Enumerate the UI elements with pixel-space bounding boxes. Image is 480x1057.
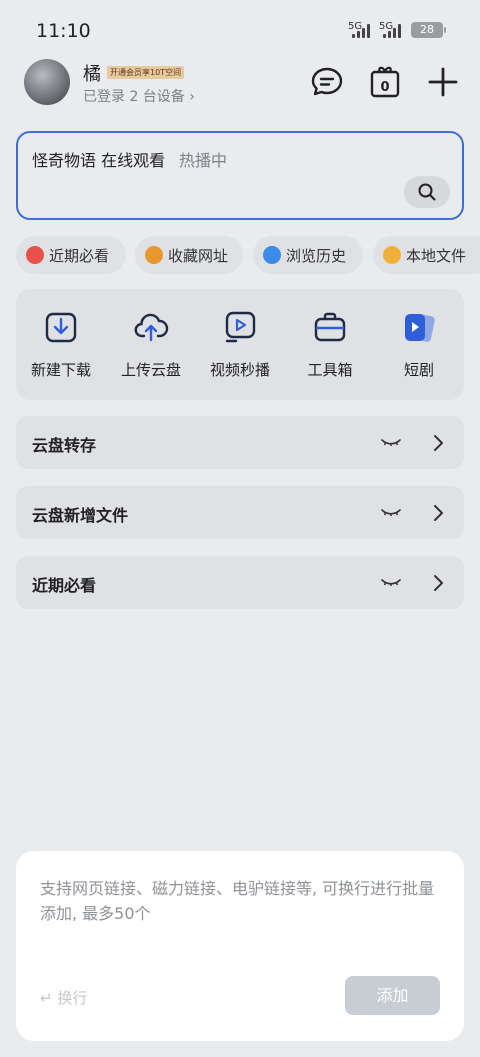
newline-button[interactable]: ↵ 换行 <box>40 987 87 1008</box>
avatar[interactable] <box>24 59 70 105</box>
section-cloud-transfer[interactable]: 云盘转存 <box>16 416 464 469</box>
eye-closed-icon[interactable] <box>380 504 402 520</box>
signal-icon <box>352 24 374 38</box>
quick-chips: 近期必看 收藏网址 浏览历史 本地文件 <box>16 236 480 274</box>
add-icon[interactable] <box>425 64 461 100</box>
device-count-link[interactable]: 已登录 2 台设备 › <box>83 86 195 106</box>
chip-local-files[interactable]: 本地文件 <box>373 236 480 274</box>
add-button[interactable]: 添加 <box>345 976 440 1015</box>
svg-text:0: 0 <box>380 80 389 95</box>
search-suggestion: 怪奇物语 在线观看 <box>32 151 166 170</box>
signal-icon <box>383 24 405 38</box>
cloud-upload-icon <box>134 313 169 342</box>
tool-video-play[interactable]: 视频秒播 <box>195 289 285 400</box>
search-hint: 热播中 <box>179 151 228 170</box>
status-bar: 11:10 5G 5G 28 <box>0 0 480 62</box>
vip-badge[interactable]: 开通会员享10T空间 <box>107 66 185 79</box>
folder-icon <box>383 246 401 264</box>
battery-icon: 28 <box>411 22 446 38</box>
search-button[interactable] <box>404 176 450 208</box>
search-icon <box>418 183 436 201</box>
star-icon <box>145 246 163 264</box>
eye-closed-icon[interactable] <box>380 434 402 450</box>
toolbox-icon <box>314 312 346 342</box>
tool-upload-cloud[interactable]: 上传云盘 <box>106 289 196 400</box>
recent-watch-icon <box>26 246 44 264</box>
tool-toolbox[interactable]: 工具箱 <box>285 289 375 400</box>
tool-short-drama[interactable]: 短剧 <box>374 289 464 400</box>
eye-closed-icon[interactable] <box>380 574 402 590</box>
section-cloud-new-files[interactable]: 云盘新增文件 <box>16 486 464 539</box>
clock: 11:10 <box>36 20 91 42</box>
video-play-icon <box>225 311 256 343</box>
add-link-sheet: 支持网页链接、磁力链接、电驴链接等, 可换行进行批量添加, 最多50个 ↵ 换行… <box>16 851 464 1041</box>
chevron-right-icon <box>434 575 443 591</box>
chevron-right-icon <box>434 435 443 451</box>
clock-icon <box>263 246 281 264</box>
message-icon[interactable] <box>309 64 345 100</box>
tool-new-download[interactable]: 新建下载 <box>16 289 106 400</box>
user-name: 橘 <box>83 64 101 85</box>
tool-grid: 新建下载 上传云盘 视频秒播 工具箱 短剧 <box>16 289 464 400</box>
chip-history[interactable]: 浏览历史 <box>253 236 363 274</box>
gift-task-icon[interactable]: 0 <box>367 64 403 100</box>
short-drama-icon <box>405 314 435 342</box>
search-box[interactable]: 怪奇物语 在线观看 热播中 <box>16 131 464 220</box>
chip-favorites[interactable]: 收藏网址 <box>135 236 243 274</box>
section-recent-watch[interactable]: 近期必看 <box>16 556 464 609</box>
link-input[interactable]: 支持网页链接、磁力链接、电驴链接等, 可换行进行批量添加, 最多50个 <box>40 876 444 926</box>
download-icon <box>45 312 77 343</box>
chevron-right-icon <box>434 505 443 521</box>
chip-recent[interactable]: 近期必看 <box>16 236 126 274</box>
